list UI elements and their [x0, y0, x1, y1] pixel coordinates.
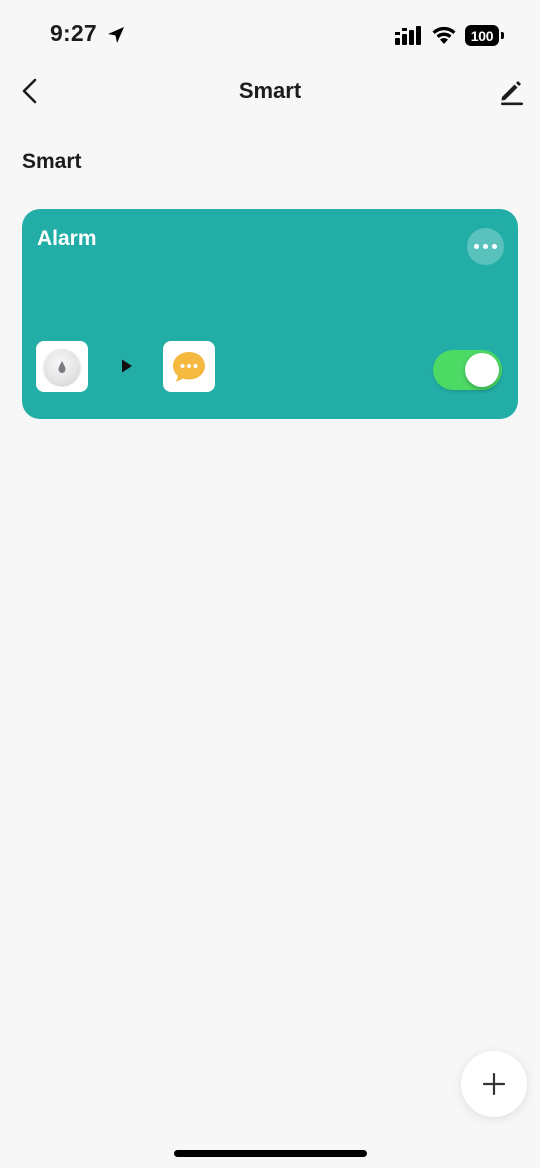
- more-dot: [474, 244, 479, 249]
- location-arrow-icon: [108, 27, 124, 43]
- more-dot: [483, 244, 488, 249]
- battery-level: 100: [465, 25, 499, 46]
- add-scene-button[interactable]: [461, 1051, 527, 1117]
- trigger-device-tile: [36, 341, 88, 392]
- plus-icon: [482, 1072, 506, 1096]
- section-title: Smart: [22, 150, 82, 173]
- status-bar: 9:27 100: [0, 0, 540, 70]
- battery-icon: 100: [465, 25, 505, 46]
- message-bubble-icon: [173, 351, 205, 382]
- play-arrow-icon: [122, 359, 132, 373]
- pencil-icon[interactable]: [496, 76, 526, 106]
- home-indicator: [174, 1150, 367, 1157]
- cellular-signal-icon: [395, 26, 421, 45]
- water-drop-icon: [58, 360, 66, 373]
- scene-card-alarm[interactable]: Alarm: [22, 209, 518, 419]
- more-dot: [492, 244, 497, 249]
- scene-enable-toggle[interactable]: [433, 350, 502, 390]
- toggle-knob: [465, 353, 499, 387]
- water-leak-sensor-icon: [44, 348, 80, 385]
- page-title: Smart: [238, 78, 302, 103]
- status-time: 9:27: [50, 20, 97, 46]
- scene-name: Alarm: [37, 227, 97, 250]
- battery-tip: [501, 32, 504, 39]
- wifi-icon: [432, 26, 456, 44]
- action-device-tile: [163, 341, 215, 392]
- more-dots-icon[interactable]: [467, 228, 504, 265]
